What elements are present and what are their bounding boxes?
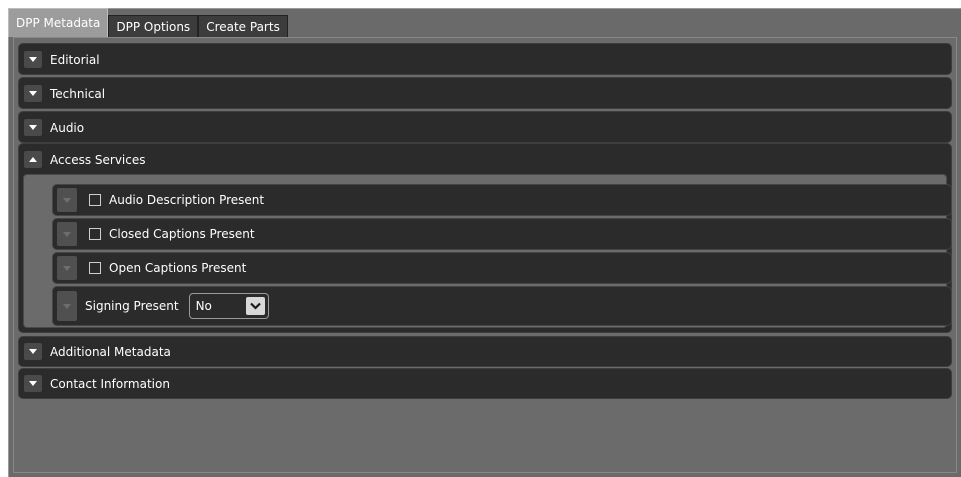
open-captions-label: Open Captions Present <box>109 261 247 275</box>
closed-captions-checkbox[interactable] <box>89 228 101 240</box>
tab-dpp-metadata[interactable]: DPP Metadata <box>8 8 109 37</box>
section-access-services: Access Services Audio Description Presen… <box>18 143 952 333</box>
section-access-services-header[interactable]: Access Services <box>19 144 951 175</box>
expand-button-disabled <box>57 256 77 280</box>
section-title: Editorial <box>50 52 100 67</box>
audio-description-label: Audio Description Present <box>109 193 265 207</box>
section-audio: Audio <box>18 111 952 143</box>
section-editorial: Editorial <box>18 43 952 75</box>
section-contact-information: Contact Information <box>18 368 952 399</box>
open-captions-row: Open Captions Present <box>52 252 952 284</box>
section-additional-metadata-header[interactable]: Additional Metadata <box>19 337 951 366</box>
audio-description-row: Audio Description Present <box>52 184 952 216</box>
tab-bar: DPP Metadata DPP Options Create Parts <box>8 8 288 37</box>
section-title: Access Services <box>50 152 146 167</box>
access-services-body: Audio Description Present Closed Caption… <box>23 174 952 328</box>
collapse-button[interactable] <box>24 151 42 168</box>
section-audio-header[interactable]: Audio <box>19 112 951 143</box>
signing-select-value: No <box>195 299 212 313</box>
tab-dpp-options[interactable]: DPP Options <box>108 15 199 37</box>
expand-button[interactable] <box>24 119 42 136</box>
triangle-down-icon <box>63 265 71 271</box>
section-technical: Technical <box>18 77 952 109</box>
triangle-down-icon <box>29 91 37 96</box>
triangle-down-icon <box>63 231 71 237</box>
open-captions-checkbox[interactable] <box>89 262 101 274</box>
expand-button-disabled <box>57 222 77 246</box>
expand-button[interactable] <box>24 85 42 102</box>
triangle-down-icon <box>29 381 37 386</box>
triangle-down-icon <box>29 57 37 62</box>
triangle-down-icon <box>29 349 37 354</box>
closed-captions-row: Closed Captions Present <box>52 218 952 250</box>
signing-select[interactable]: No <box>188 293 269 319</box>
closed-captions-label: Closed Captions Present <box>109 227 255 241</box>
expand-button[interactable] <box>24 375 42 392</box>
triangle-down-icon <box>63 197 71 203</box>
section-editorial-header[interactable]: Editorial <box>19 44 951 75</box>
triangle-down-icon <box>63 303 71 309</box>
chevron-down-icon[interactable] <box>245 297 265 315</box>
expand-button[interactable] <box>24 343 42 360</box>
audio-description-checkbox[interactable] <box>89 194 101 206</box>
section-additional-metadata: Additional Metadata <box>18 336 952 367</box>
metadata-panel: Editorial Technical Audio Access Service… <box>13 37 957 473</box>
section-title: Audio <box>50 120 85 135</box>
section-technical-header[interactable]: Technical <box>19 78 951 109</box>
expand-button-disabled <box>57 291 77 321</box>
triangle-up-icon <box>29 157 37 162</box>
expand-button-disabled <box>57 188 77 212</box>
section-contact-information-header[interactable]: Contact Information <box>19 369 951 398</box>
section-title: Additional Metadata <box>50 344 171 359</box>
tab-create-parts[interactable]: Create Parts <box>198 15 288 37</box>
triangle-down-icon <box>29 125 37 130</box>
section-title: Technical <box>50 86 106 101</box>
signing-label: Signing Present <box>85 299 179 313</box>
section-title: Contact Information <box>50 376 170 391</box>
expand-button[interactable] <box>24 51 42 68</box>
signing-row: Signing Present No <box>52 286 952 326</box>
